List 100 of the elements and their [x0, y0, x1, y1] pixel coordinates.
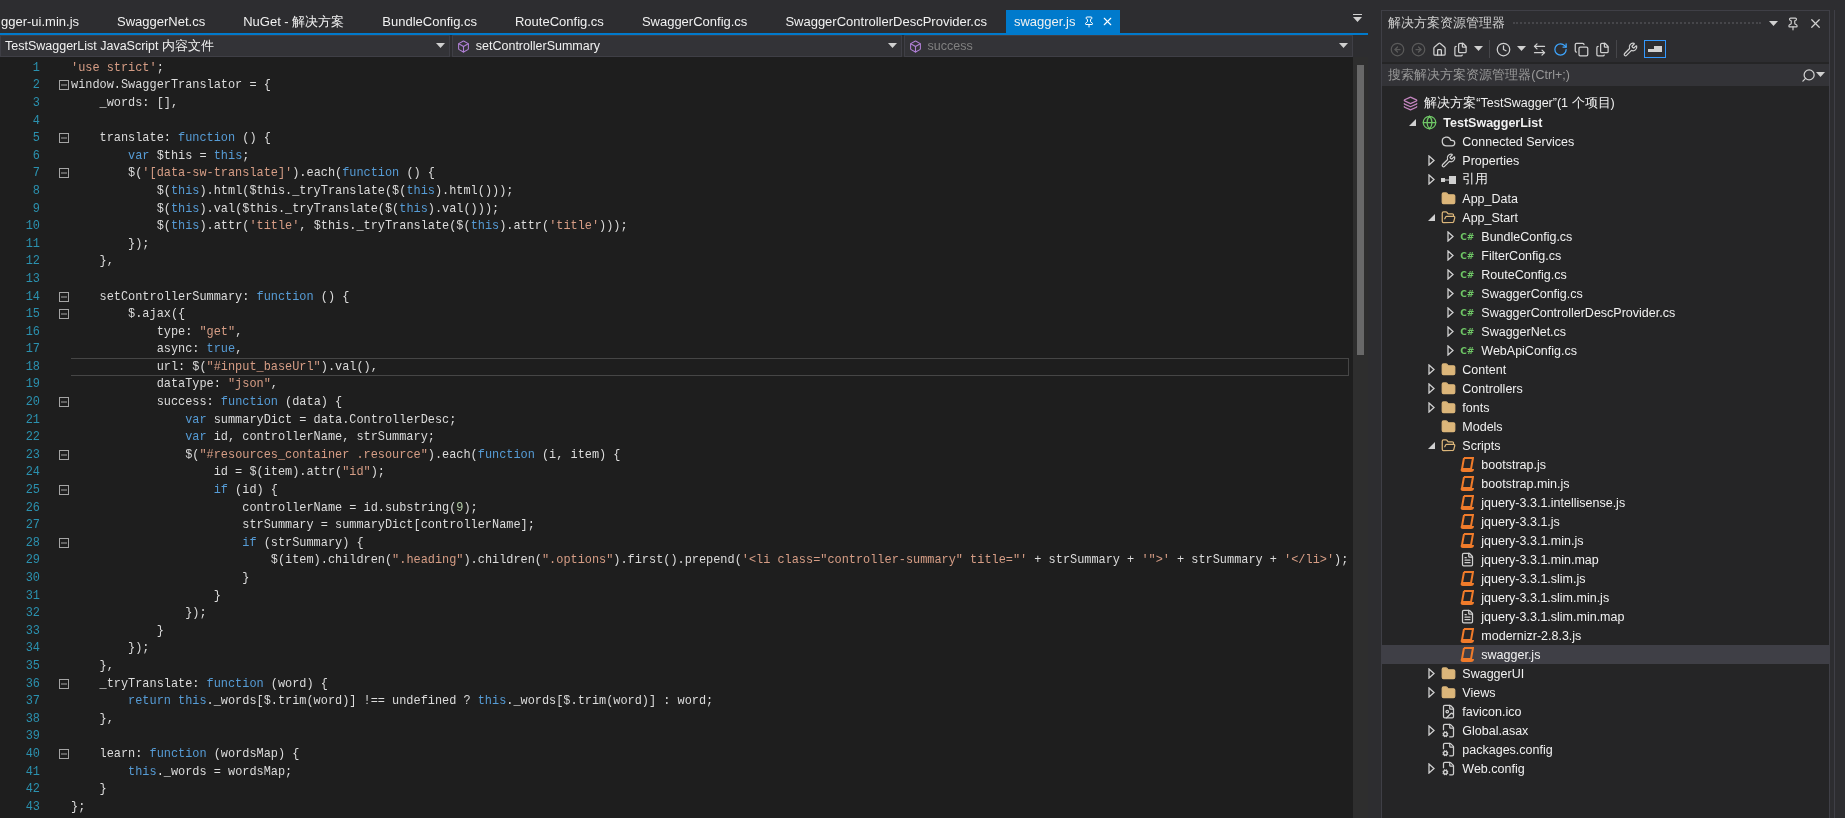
tree-item-label[interactable]: Global.asax [1462, 723, 1529, 738]
file-tab[interactable]: SwaggerNet.cs [98, 10, 225, 33]
tree-row[interactable]: Scripts [1382, 436, 1830, 455]
dropdown-icon[interactable] [1517, 46, 1527, 52]
collapse-icon[interactable] [59, 309, 69, 320]
dropdown-icon[interactable] [1474, 46, 1484, 52]
tree-item-label[interactable]: SwaggerConfig.cs [1481, 286, 1583, 301]
dropdown-icon[interactable] [1339, 43, 1349, 49]
preview-toggle[interactable] [1644, 40, 1667, 58]
tree-row[interactable]: C# FilterConfig.cs [1382, 246, 1830, 265]
collapse-icon[interactable] [59, 133, 69, 144]
clock-icon[interactable] [1496, 41, 1512, 57]
tree-row[interactable]: C# SwaggerNet.cs [1382, 322, 1830, 341]
tree-item-label[interactable]: BundleConfig.cs [1481, 229, 1573, 244]
search-icon[interactable] [1801, 67, 1817, 83]
collapsed-arrow-icon[interactable] [1446, 231, 1454, 242]
tree-row[interactable]: favicon.ico [1382, 702, 1830, 721]
tree-item-label[interactable]: SwaggerUI [1462, 666, 1525, 681]
file-tab[interactable]: BundleConfig.cs [363, 10, 496, 33]
tree-row[interactable]: Global.asax [1382, 721, 1830, 740]
tree-row[interactable]: C# WebApiConfig.cs [1382, 341, 1830, 360]
collapse-icon[interactable] [59, 449, 69, 460]
file-tab[interactable]: SwaggerConfig.cs [622, 10, 767, 33]
tree-row[interactable]: bootstrap.js [1382, 455, 1830, 474]
search-box[interactable]: 搜索解决方案资源管理器(Ctrl+;) [1382, 64, 1830, 86]
tree-item-label[interactable]: SwaggerControllerDescProvider.cs [1481, 305, 1676, 320]
tree-row[interactable]: C# SwaggerControllerDescProvider.cs [1382, 303, 1830, 322]
tree-item-label[interactable]: jquery-3.3.1.min.js [1481, 533, 1584, 548]
tree-row[interactable]: jquery-3.3.1.min.map [1382, 550, 1830, 569]
tree-row[interactable]: App_Start [1382, 208, 1830, 227]
file-tab[interactable]: SwaggerControllerDescProvider.cs [766, 10, 1006, 33]
tree-item-label[interactable]: Views [1462, 685, 1496, 700]
collapse-icon[interactable] [59, 485, 69, 496]
expanded-arrow-icon[interactable] [1427, 442, 1435, 449]
collapsed-arrow-icon[interactable] [1427, 364, 1435, 375]
tree-row[interactable]: jquery-3.3.1.slim.js [1382, 569, 1830, 588]
tree-item-label[interactable]: bootstrap.min.js [1481, 476, 1570, 491]
collapsed-arrow-icon[interactable] [1427, 725, 1435, 736]
tree-item-label[interactable]: jquery-3.3.1.min.map [1481, 552, 1599, 567]
tree-row[interactable]: 引用 [1382, 170, 1830, 189]
navigation-dropdown[interactable]: TestSwaggerList JavaScript 内容文件 [0, 35, 450, 57]
dropdown-icon[interactable] [1769, 20, 1779, 27]
collapsed-arrow-icon[interactable] [1427, 155, 1435, 166]
tree-row[interactable]: Connected Services [1382, 132, 1830, 151]
tree-row[interactable]: Models [1382, 417, 1830, 436]
tree-item-label[interactable]: jquery-3.3.1.js [1481, 514, 1560, 529]
file-tab[interactable]: RouteConfig.cs [496, 10, 623, 33]
tree-row[interactable]: 解决方案“TestSwagger”(1 个项目) [1382, 94, 1830, 113]
dropdown-icon[interactable] [887, 43, 897, 49]
wrench-icon[interactable] [1623, 41, 1639, 57]
tree-row[interactable]: jquery-3.3.1.slim.min.map [1382, 607, 1830, 626]
tree-item-label[interactable]: jquery-3.3.1.slim.min.js [1481, 590, 1610, 605]
collapsed-arrow-icon[interactable] [1427, 402, 1435, 413]
tree-item-label[interactable]: TestSwaggerList [1443, 115, 1543, 130]
tree-item-label[interactable]: bootstrap.js [1481, 457, 1546, 472]
collapsed-arrow-icon[interactable] [1427, 668, 1435, 679]
tree-row[interactable]: swagger.js [1382, 645, 1830, 664]
tree-item-label[interactable]: jquery-3.3.1.slim.min.map [1481, 609, 1625, 624]
tree-item-label[interactable]: favicon.ico [1462, 704, 1522, 719]
collapsed-arrow-icon[interactable] [1427, 383, 1435, 394]
tree-row[interactable]: Content [1382, 360, 1830, 379]
tree-row[interactable]: jquery-3.3.1.intellisense.js [1382, 493, 1830, 512]
sync-icon[interactable] [1532, 41, 1548, 57]
tree-item-label[interactable]: Scripts [1462, 438, 1501, 453]
search-field[interactable]: 搜索解决方案资源管理器(Ctrl+;) [1386, 67, 1802, 83]
file-tab[interactable]: NuGet - 解决方案 [224, 10, 364, 33]
dropdown-icon[interactable] [435, 43, 445, 49]
tree-item-label[interactable]: WebApiConfig.cs [1481, 343, 1577, 358]
pin-icon[interactable] [1786, 16, 1801, 31]
tree-row[interactable]: Controllers [1382, 379, 1830, 398]
tree-item-label[interactable]: jquery-3.3.1.intellisense.js [1481, 495, 1626, 510]
tree-row[interactable]: App_Data [1382, 189, 1830, 208]
tree-row[interactable]: fonts [1382, 398, 1830, 417]
file-tab[interactable]: gger-ui.min.js [0, 10, 99, 33]
tree-item-label[interactable]: Web.config [1462, 761, 1525, 776]
tree-item-label[interactable]: swagger.js [1481, 647, 1541, 662]
expanded-arrow-icon[interactable] [1427, 214, 1435, 221]
tree-item-label[interactable]: 引用 [1462, 171, 1489, 188]
tree-row[interactable]: Properties [1382, 151, 1830, 170]
collapse-icon[interactable] [59, 291, 69, 302]
tree-row[interactable]: jquery-3.3.1.min.js [1382, 531, 1830, 550]
tree-row[interactable]: C# SwaggerConfig.cs [1382, 284, 1830, 303]
tree-item-label[interactable]: Content [1462, 362, 1507, 377]
tree-item-label[interactable]: FilterConfig.cs [1481, 248, 1562, 263]
tree-row[interactable]: packages.config [1382, 740, 1830, 759]
tree-row[interactable]: TestSwaggerList [1382, 113, 1830, 132]
tree-item-label[interactable]: 解决方案“TestSwagger”(1 个项目) [1424, 95, 1615, 112]
collapse-icon[interactable] [59, 678, 69, 689]
collapse-icon[interactable] [59, 748, 69, 759]
tree-row[interactable]: Views [1382, 683, 1830, 702]
collapse-icon[interactable] [59, 168, 69, 179]
tree-row[interactable]: jquery-3.3.1.slim.min.js [1382, 588, 1830, 607]
tree-item-label[interactable]: packages.config [1462, 742, 1553, 757]
tab-menu-icon[interactable] [1353, 14, 1363, 22]
tree-item-label[interactable]: Controllers [1462, 381, 1523, 396]
tree-row[interactable]: modernizr-2.8.3.js [1382, 626, 1830, 645]
pin-icon[interactable] [1083, 15, 1096, 28]
tree-item-label[interactable]: App_Start [1462, 210, 1518, 225]
tree-item-label[interactable]: Models [1462, 419, 1503, 434]
tree-row[interactable]: C# BundleConfig.cs [1382, 227, 1830, 246]
